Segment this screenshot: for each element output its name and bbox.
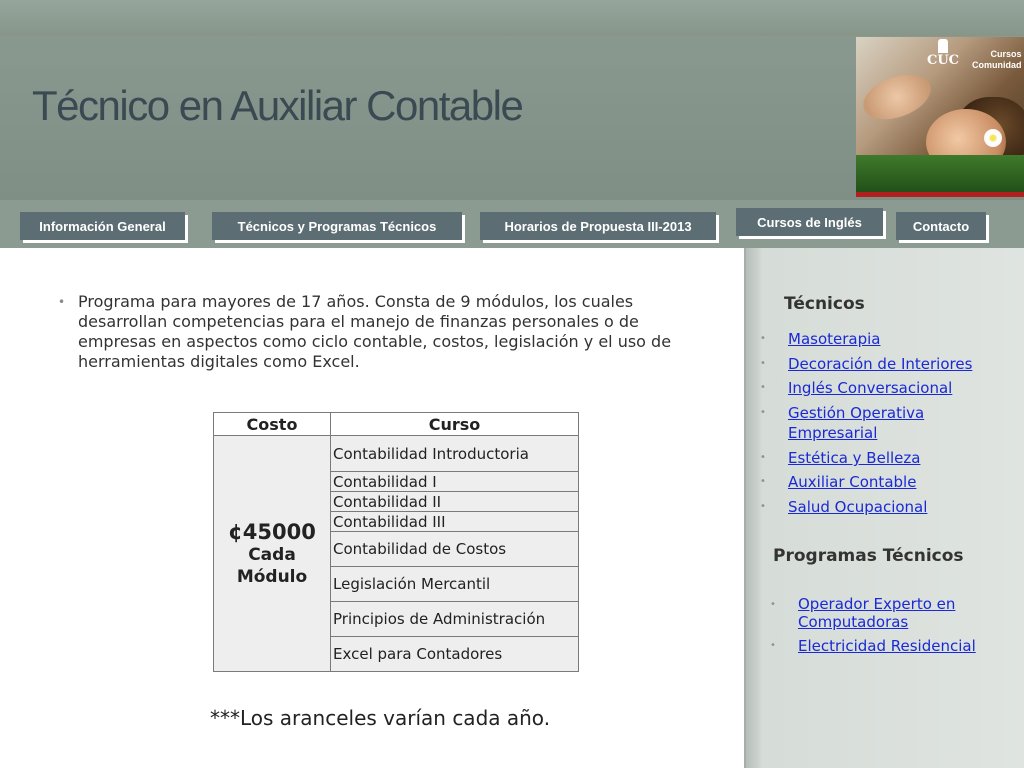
- header-photo: CUC Cursos Comunidad: [856, 37, 1024, 197]
- cuc-logo: CUC: [926, 53, 960, 68]
- sidebar-link-ingles[interactable]: Inglés Conversacional: [788, 378, 952, 398]
- cost-cell: ¢45000 Cada Módulo: [213, 435, 331, 672]
- course-cell: Contabilidad de Costos: [330, 531, 579, 567]
- sidebar-link-masoterapia[interactable]: Masoterapia: [788, 329, 880, 349]
- nav-bar: Información General Técnicos y Programas…: [0, 200, 1024, 248]
- tab-cursos-ingles[interactable]: Cursos de Inglés: [736, 208, 883, 236]
- sidebar-title-programas: Programas Técnicos: [773, 546, 964, 566]
- table-row: ¢45000 Cada Módulo Contabilidad Introduc…: [213, 435, 579, 672]
- course-cell: Contabilidad I: [330, 471, 579, 492]
- bullet-icon: •: [760, 452, 766, 463]
- photo-red-strip: [856, 192, 1024, 197]
- program-description: • Programa para mayores de 17 años. Cons…: [58, 292, 718, 372]
- bullet-icon: •: [58, 295, 66, 309]
- bullet-icon: •: [760, 333, 766, 344]
- price-note: ***Los aranceles varían cada año.: [210, 706, 551, 730]
- brand-line1: Cursos: [990, 49, 1022, 59]
- price-unit-line1: Cada: [248, 544, 296, 565]
- sidebar-link-operador[interactable]: Operador Experto en Computadoras: [798, 595, 998, 631]
- sidebar-link-gestion[interactable]: Gestión Operativa Empresarial: [788, 403, 958, 443]
- course-cell: Principios de Administración: [330, 601, 579, 637]
- sidebar-link-electricidad[interactable]: Electricidad Residencial: [798, 636, 976, 656]
- header-top-band: [0, 0, 1024, 36]
- course-cell: Contabilidad Introductoria: [330, 435, 579, 472]
- header-banner: Técnico en Auxiliar Contable CUC Cursos …: [0, 0, 1024, 200]
- sidebar-title-tecnicos: Técnicos: [784, 294, 865, 314]
- tab-horarios[interactable]: Horarios de Propuesta III-2013: [480, 212, 716, 240]
- bullet-icon: •: [760, 382, 766, 393]
- brand-text: Cursos Comunidad: [972, 49, 1022, 71]
- table-header-row: Costo Curso: [213, 412, 579, 436]
- bullet-icon: •: [770, 599, 776, 610]
- brand-line2: Comunidad: [972, 60, 1022, 70]
- description-text: Programa para mayores de 17 años. Consta…: [78, 292, 672, 371]
- bullet-icon: •: [770, 640, 776, 651]
- photo-hand: [857, 66, 937, 128]
- bullet-icon: •: [760, 358, 766, 369]
- page-title: Técnico en Auxiliar Contable: [32, 82, 524, 129]
- column-header-curso: Curso: [330, 412, 579, 436]
- cost-table: Costo Curso ¢45000 Cada Módulo Contabili…: [213, 412, 579, 672]
- price-unit-line2: Módulo: [236, 566, 308, 587]
- bullet-icon: •: [760, 407, 766, 418]
- sidebar-link-auxiliar[interactable]: Auxiliar Contable: [788, 472, 916, 492]
- course-cell: Contabilidad II: [330, 491, 579, 512]
- flower-icon: [984, 129, 1002, 147]
- tab-informacion-general[interactable]: Información General: [20, 212, 185, 240]
- price-value: ¢45000: [228, 519, 316, 544]
- course-cell: Excel para Contadores: [330, 636, 579, 672]
- bullet-icon: •: [760, 476, 766, 487]
- photo-leaves: [856, 155, 1024, 197]
- sidebar-link-estetica[interactable]: Estética y Belleza: [788, 448, 920, 468]
- sidebar-link-salud[interactable]: Salud Ocupacional: [788, 497, 927, 517]
- sidebar-link-decoracion[interactable]: Decoración de Interiores: [788, 354, 972, 374]
- course-cell: Contabilidad III: [330, 511, 579, 532]
- tab-contacto[interactable]: Contacto: [896, 212, 986, 240]
- column-header-costo: Costo: [213, 412, 331, 436]
- bullet-icon: •: [760, 501, 766, 512]
- tab-tecnicos-programas[interactable]: Técnicos y Programas Técnicos: [212, 212, 462, 240]
- course-cell: Legislación Mercantil: [330, 566, 579, 602]
- sidebar: Técnicos • Masoterapia • Decoración de I…: [744, 248, 1024, 768]
